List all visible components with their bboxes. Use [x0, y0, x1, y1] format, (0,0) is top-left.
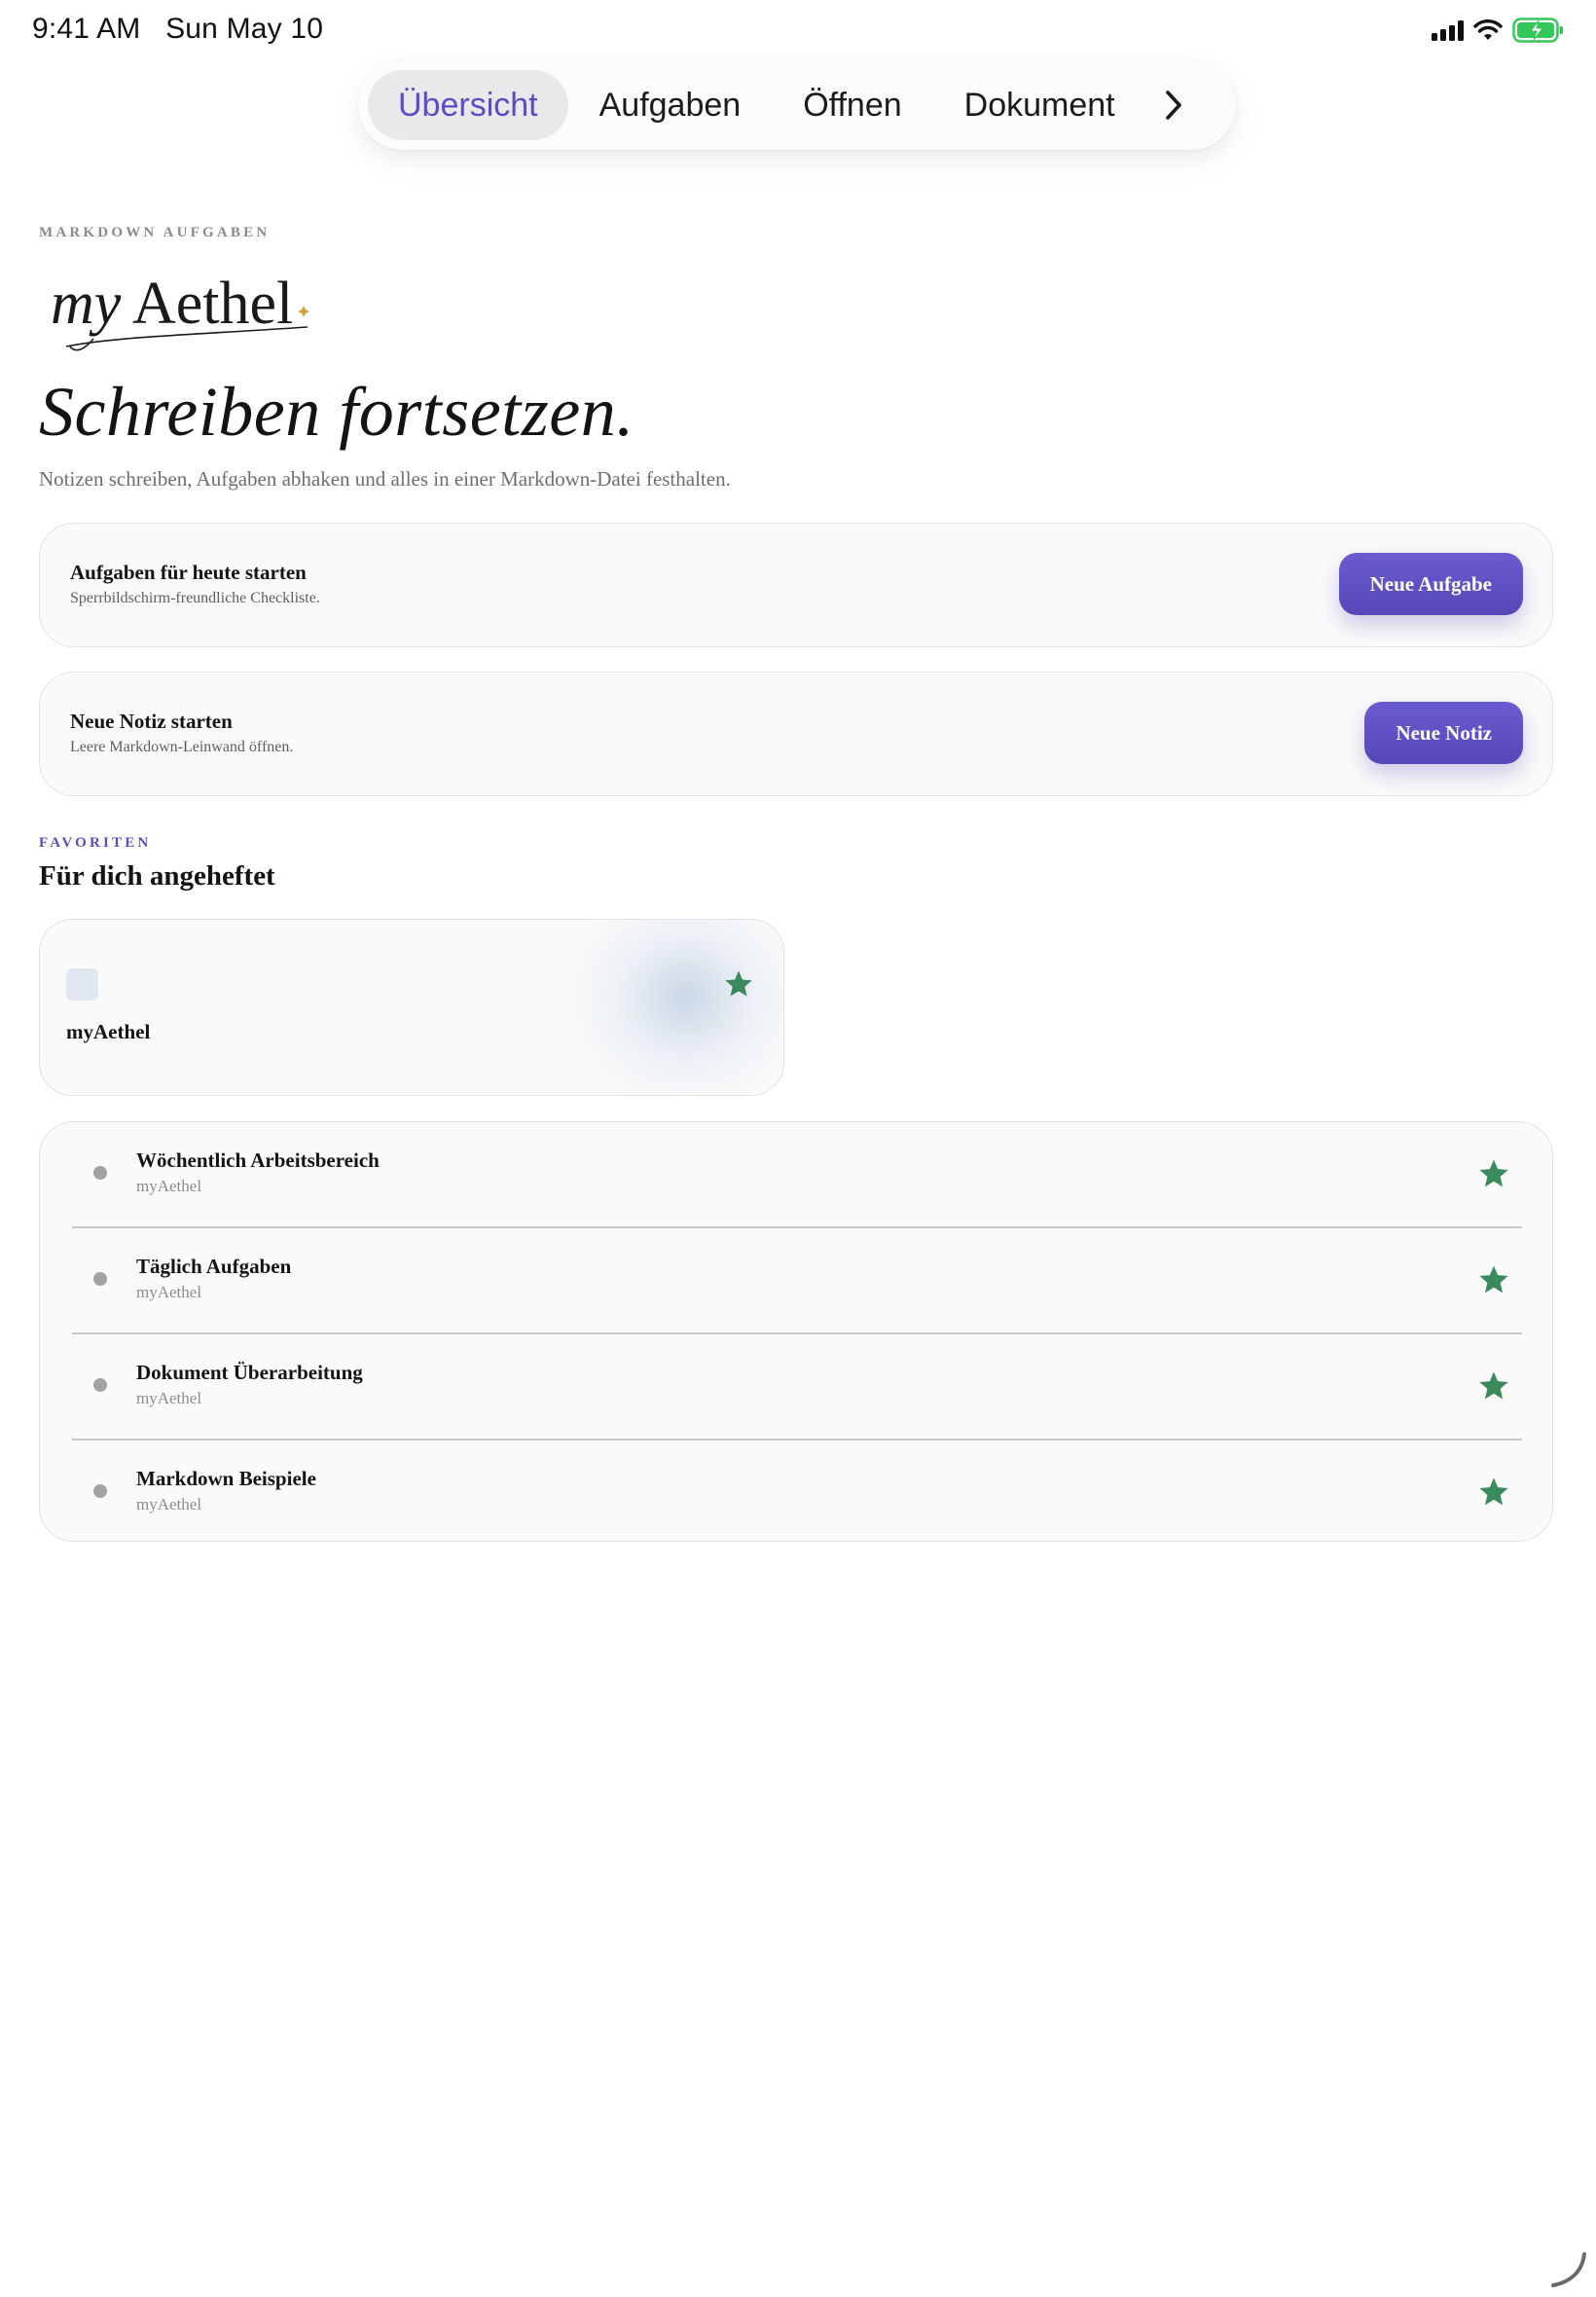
- tab-oeffnen[interactable]: Öffnen: [772, 70, 932, 140]
- document-icon: [66, 968, 98, 1001]
- tab-uebersicht[interactable]: Übersicht: [368, 70, 568, 140]
- start-note-card: Neue Notiz starten Leere Markdown-Leinwa…: [39, 672, 1553, 796]
- pinned-favorite-name: myAethel: [66, 1020, 151, 1043]
- status-time: 9:41 AM Sun May 10: [32, 13, 324, 45]
- favorites-list: Wöchentlich Arbeitsbereich myAethel Tägl…: [39, 1121, 1553, 1542]
- wifi-icon: [1473, 19, 1503, 40]
- tab-aufgaben[interactable]: Aufgaben: [568, 70, 773, 140]
- list-item-subtitle: myAethel: [136, 1495, 202, 1513]
- star-icon[interactable]: [723, 968, 754, 1000]
- resize-handle-icon[interactable]: [1547, 2248, 1590, 2291]
- start-tasks-title: Aufgaben für heute starten: [70, 561, 307, 584]
- bullet-dot-icon: [93, 1166, 107, 1180]
- start-tasks-card: Aufgaben für heute starten Sperrbildschi…: [39, 523, 1553, 647]
- favorites-eyebrow: FAVORITEN: [39, 835, 152, 851]
- chevron-right-icon: [1165, 91, 1181, 120]
- start-note-description: Leere Markdown-Leinwand öffnen.: [70, 739, 294, 755]
- logo-text-aethel: Aethel: [132, 271, 293, 337]
- list-item[interactable]: Dokument Überarbeitung myAethel: [72, 1334, 1522, 1440]
- bullet-dot-icon: [93, 1272, 107, 1286]
- logo-text-my: my: [51, 271, 122, 337]
- cellular-signal-icon: [1432, 19, 1464, 41]
- list-item-title: Wöchentlich Arbeitsbereich: [136, 1148, 380, 1172]
- app-logo: my Aethel: [51, 271, 309, 351]
- list-item-title: Dokument Überarbeitung: [136, 1361, 363, 1384]
- favorites-title: Für dich angeheftet: [39, 860, 275, 892]
- pinned-favorite-card[interactable]: myAethel: [39, 919, 784, 1096]
- star-icon[interactable]: [1477, 1157, 1510, 1190]
- page-subtitle: Notizen schreiben, Aufgaben abhaken und …: [39, 467, 731, 491]
- list-item[interactable]: Wöchentlich Arbeitsbereich myAethel: [72, 1122, 1522, 1228]
- bullet-dot-icon: [93, 1378, 107, 1392]
- battery-charging-icon: [1512, 18, 1563, 43]
- bullet-dot-icon: [93, 1484, 107, 1498]
- list-item-title: Markdown Beispiele: [136, 1467, 316, 1490]
- tab-bar: Übersicht Aufgaben Öffnen Dokument: [358, 60, 1236, 150]
- list-item-subtitle: myAethel: [136, 1283, 202, 1301]
- page-title: Schreiben fortsetzen.: [39, 373, 635, 451]
- status-icons: [1432, 16, 1565, 45]
- start-note-title: Neue Notiz starten: [70, 710, 233, 733]
- list-item-title: Täglich Aufgaben: [136, 1255, 292, 1278]
- favorite-card-glow: [560, 920, 783, 1095]
- status-bar: 9:41 AM Sun May 10: [0, 0, 1596, 62]
- list-item[interactable]: Täglich Aufgaben myAethel: [72, 1228, 1522, 1334]
- new-note-button[interactable]: Neue Notiz: [1364, 702, 1523, 764]
- sparkle-icon: [298, 306, 309, 317]
- list-item[interactable]: Markdown Beispiele myAethel: [72, 1440, 1522, 1547]
- new-task-button[interactable]: Neue Aufgabe: [1338, 553, 1523, 615]
- start-tasks-description: Sperrbildschirm-freundliche Checkliste.: [70, 590, 320, 606]
- list-item-subtitle: myAethel: [136, 1389, 202, 1407]
- star-icon[interactable]: [1477, 1476, 1510, 1509]
- list-item-subtitle: myAethel: [136, 1177, 202, 1195]
- tab-dokument[interactable]: Dokument: [933, 70, 1146, 140]
- tab-more-button[interactable]: [1154, 76, 1193, 134]
- header-eyebrow: MARKDOWN AUFGABEN: [39, 225, 271, 240]
- star-icon[interactable]: [1477, 1369, 1510, 1403]
- star-icon[interactable]: [1477, 1263, 1510, 1296]
